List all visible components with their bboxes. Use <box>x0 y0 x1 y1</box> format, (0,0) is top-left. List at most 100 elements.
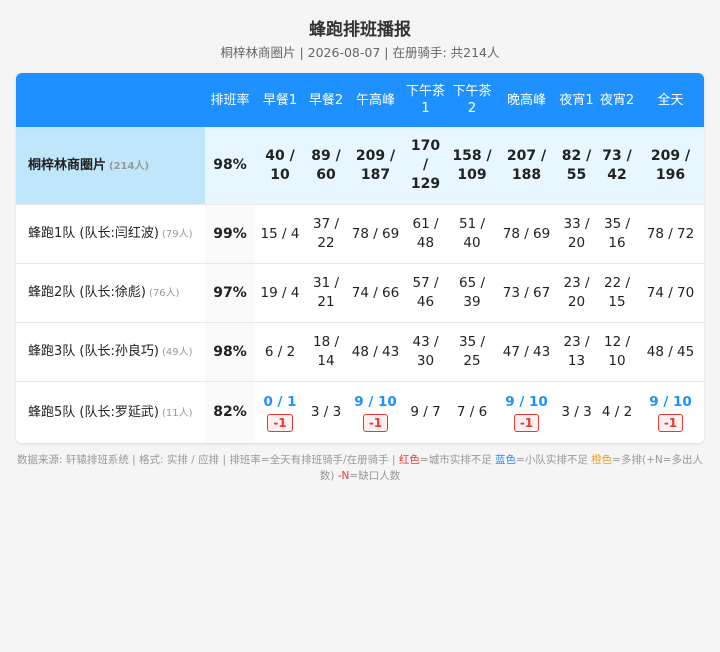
team-cell: 6 / 2 <box>255 322 305 382</box>
team-cell: 23 / 13 <box>556 322 597 382</box>
team-cell: 61 / 48 <box>404 204 447 264</box>
summary-cell: 82 / 55 <box>556 127 597 205</box>
team-rate: 98% <box>205 322 255 382</box>
cell-value: 31 / 21 <box>312 275 340 310</box>
cell-value: 57 / 46 <box>412 275 439 310</box>
team-count: (79人) <box>161 229 193 240</box>
team-cell: 51 / 40 <box>447 204 497 264</box>
cell-value: 9 / 10 <box>354 393 397 410</box>
team-name: 蜂跑2队 (队长:徐彪) <box>28 285 146 300</box>
team-name-cell: 蜂跑3队 (队长:孙良巧) (49人) <box>16 322 205 382</box>
table-row: 蜂跑5队 (队长:罗延武) (11人) 82% 0 / 1 -1 3 / 39 / 10-… <box>16 381 704 444</box>
team-cell: 78 / 69 <box>497 204 556 264</box>
cell-value: 74 / 70 <box>646 284 695 301</box>
team-cell: 78 / 69 <box>347 204 404 264</box>
team-name-cell: 蜂跑5队 (队长:罗延武) (11人) <box>16 382 205 444</box>
cell-value: 9 / 10 <box>505 393 548 410</box>
team-cell: 48 / 45 <box>637 322 704 382</box>
cell-value: 33 / 20 <box>563 216 590 251</box>
cell-value: 9 / 7 <box>410 404 441 420</box>
cell-value: 18 / 14 <box>312 334 340 369</box>
summary-name: 桐梓林商圈片 <box>28 157 107 173</box>
team-name-cell: 蜂跑2队 (队长:徐彪) (76人) <box>16 263 205 323</box>
team-cell: 31 / 21 <box>305 263 347 323</box>
team-cell: 35 / 16 <box>597 204 637 264</box>
legend-red-text: =城市实排不足 <box>419 454 496 466</box>
cell-value: 78 / 72 <box>646 225 695 242</box>
header-dinner-peak: 晚高峰 <box>497 73 556 127</box>
team-cell: 35 / 25 <box>447 322 497 382</box>
page-subtitle: 桐梓林商圈片 | 2026-08-07 | 在册骑手: 共214人 <box>220 45 500 60</box>
page: 蜂跑排班播报 桐梓林商圈片 | 2026-08-07 | 在册骑手: 共214人… <box>0 0 720 652</box>
summary-count: (214人) <box>109 160 150 172</box>
cell-value: 48 / 45 <box>646 343 695 360</box>
legend-neg-label: -N <box>337 470 350 482</box>
team-cell: 4 / 2 <box>597 382 637 444</box>
summary-cell: 209 / 196 <box>637 127 704 205</box>
cell-value: 51 / 40 <box>458 216 486 251</box>
team-rate: 99% <box>205 204 255 264</box>
cell-value: 3 / 3 <box>310 404 342 420</box>
team-cell: 43 / 30 <box>404 322 447 382</box>
table-row: 蜂跑2队 (队长:徐彪) (76人) 97% 19 / 4 31 / 21 74 / 66… <box>16 263 704 323</box>
summary-cell: 158 / 109 <box>447 127 497 205</box>
team-cell: 9 / 10 -1 <box>497 382 556 444</box>
team-name: 蜂跑1队 (队长:闫红波) <box>28 226 159 241</box>
cell-value: 47 / 43 <box>502 343 551 360</box>
cell-value: 3 / 3 <box>561 404 592 420</box>
cell-value: 6 / 2 <box>264 343 296 360</box>
cell-value: 23 / 13 <box>563 334 590 369</box>
team-cell: 47 / 43 <box>497 322 556 382</box>
team-cell: 0 / 1 -1 <box>255 382 305 444</box>
legend-text: 数据来源: 轩辕排班系统 | 格式: 实排 / 应排 | 排班率=全天有排班骑手… <box>16 454 399 466</box>
cell-value: 61 / 48 <box>412 216 439 251</box>
team-cell: 74 / 70 <box>637 263 704 323</box>
cell-value: 7 / 6 <box>456 404 488 420</box>
team-cell: 9 / 10 -1 <box>637 382 704 444</box>
cell-value: 43 / 30 <box>412 334 439 369</box>
schedule-table: 排班率 早餐1 早餐2 午高峰 下午茶1 下午茶2 晚高峰 夜宵1 夜宵2 全天… <box>16 73 704 443</box>
summary-cell: 209 / 187 <box>347 127 404 205</box>
team-cell: 23 / 20 <box>556 263 597 323</box>
cell-value: 12 / 10 <box>603 334 631 369</box>
shortage-badge: -1 <box>657 413 684 432</box>
summary-cell: 89 / 60 <box>305 127 347 205</box>
header-tea1: 下午茶1 <box>404 73 447 127</box>
team-cell: 48 / 43 <box>347 322 404 382</box>
table-row: 蜂跑3队 (队长:孙良巧) (49人) 98% 6 / 2 18 / 14 48 / 43… <box>16 322 704 382</box>
schedule-card: 排班率 早餐1 早餐2 午高峰 下午茶1 下午茶2 晚高峰 夜宵1 夜宵2 全天… <box>16 73 704 443</box>
team-cell: 3 / 3 <box>305 382 347 444</box>
summary-rate: 98% <box>205 127 255 205</box>
summary-cell: 207 / 188 <box>497 127 556 205</box>
summary-cell: 170 / 129 <box>404 127 447 205</box>
team-name: 蜂跑5队 (队长:罗延武) <box>28 404 159 420</box>
team-cell: 19 / 4 <box>255 263 305 323</box>
shortage-badge: -1 <box>513 413 540 432</box>
summary-cell: 40 / 10 <box>255 127 305 205</box>
header-lunch-peak: 午高峰 <box>347 73 404 127</box>
cell-value: 35 / 25 <box>458 334 486 369</box>
table-header-row: 排班率 早餐1 早餐2 午高峰 下午茶1 下午茶2 晚高峰 夜宵1 夜宵2 全天 <box>16 73 704 127</box>
legend-footnote: 数据来源: 轩辕排班系统 | 格式: 实排 / 应排 | 排班率=全天有排班骑手… <box>16 452 704 484</box>
team-name-cell: 蜂跑1队 (队长:闫红波) (79人) <box>16 204 205 264</box>
team-cell: 78 / 72 <box>637 204 704 264</box>
team-rate: 82% <box>205 381 255 443</box>
team-cell: 3 / 3 <box>556 382 597 444</box>
header-night1: 夜宵1 <box>556 73 597 127</box>
cell-value: 48 / 43 <box>351 343 400 360</box>
team-cell: 74 / 66 <box>347 263 404 323</box>
table-row: 蜂跑1队 (队长:闫红波) (79人) 99% 15 / 4 37 / 22 78 / 6… <box>16 204 704 264</box>
summary-name-cell: 桐梓林商圈片 (214人) <box>16 127 205 205</box>
team-cell: 12 / 10 <box>597 322 637 382</box>
cell-value: 15 / 4 <box>260 225 300 242</box>
cell-value: 74 / 66 <box>351 284 400 301</box>
header-tea2: 下午茶2 <box>447 73 497 127</box>
cell-value: 22 / 15 <box>603 275 631 310</box>
team-count: (49人) <box>161 347 193 358</box>
header-rate: 排班率 <box>205 73 255 127</box>
team-cell: 9 / 10 -1 <box>347 382 404 444</box>
team-cell: 18 / 14 <box>305 322 347 382</box>
cell-value: 37 / 22 <box>312 216 340 251</box>
cell-value: 0 / 1 <box>263 393 297 410</box>
header-all-day: 全天 <box>637 73 704 127</box>
